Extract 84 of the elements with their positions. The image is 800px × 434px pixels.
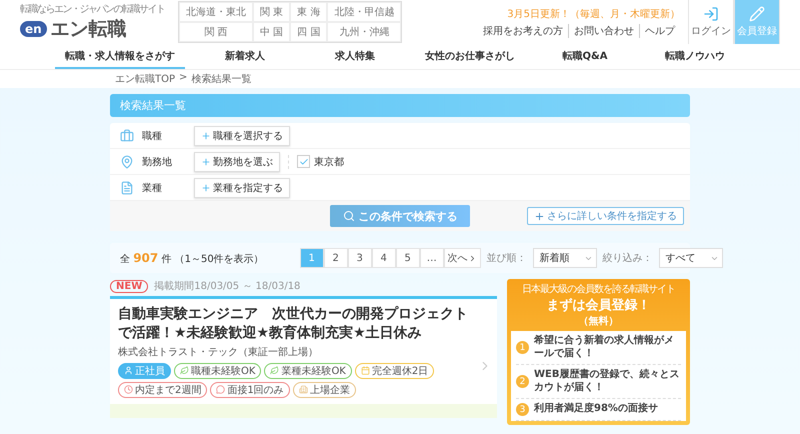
signup-note: （無料） bbox=[578, 314, 618, 328]
region-link[interactable]: 北陸・甲信越 bbox=[327, 2, 402, 22]
header-link[interactable]: 採用をお考えの方 bbox=[478, 24, 568, 38]
region-link[interactable]: 東 海 bbox=[290, 2, 328, 22]
filter-label: 絞り込み： bbox=[602, 252, 653, 265]
clock-icon bbox=[124, 385, 133, 394]
page-link[interactable]: 3 bbox=[348, 248, 372, 268]
map-pin-icon bbox=[120, 154, 134, 168]
next-page-link[interactable]: 次へ bbox=[444, 248, 481, 268]
feature-tag: 面接1回のみ bbox=[210, 382, 290, 398]
region-link[interactable]: 四 国 bbox=[290, 22, 328, 42]
job-card[interactable]: 自動車実験エンジニア 次世代カーの開発プロジェクトで活躍！★未経験歓迎★教育体制充実★土日休み 株式会社トラスト・テック（東証一部上場） 正社員 職種未経験OK 業種未経験OK 完全週休2日 内定まで2週間 面接1回のみ 上場企業 bbox=[110, 296, 497, 404]
condition-label: 職種 bbox=[142, 130, 163, 142]
page-link[interactable]: … bbox=[420, 248, 444, 268]
condition-label: 勤務地 bbox=[142, 156, 173, 168]
feature-tag: 内定まで2週間 bbox=[118, 382, 208, 398]
page-link[interactable]: 5 bbox=[396, 248, 420, 268]
nav-tab[interactable]: 転職ノウハウ bbox=[645, 44, 745, 69]
nav-tab[interactable]: 女性のお仕事さがし bbox=[415, 44, 525, 69]
add-condition-button[interactable]: 業種を指定する bbox=[194, 178, 290, 198]
job-title[interactable]: 自動車実験エンジニア 次世代カーの開発プロジェクトで活躍！★未経験歓迎★教育体制充実★土日休み bbox=[118, 305, 475, 343]
sort-label: 並び順： bbox=[486, 252, 527, 265]
plus-icon bbox=[201, 182, 211, 192]
sort-select[interactable]: 新着順 bbox=[532, 248, 597, 268]
company-name: 株式会社トラスト・テック（東証一部上場） bbox=[118, 346, 319, 359]
region-link[interactable]: 関 東 bbox=[253, 2, 290, 22]
briefcase-icon bbox=[120, 128, 134, 142]
benefit-text: 利用者満足度98%の面接サ bbox=[534, 403, 658, 416]
breadcrumb-separator: > bbox=[179, 72, 188, 85]
result-count: 全 907 件 （1～50件を表示） bbox=[120, 250, 264, 266]
header-link[interactable]: お問い合わせ bbox=[568, 24, 639, 38]
pencil-icon bbox=[749, 6, 765, 22]
tagline: 転職ならエン・ジャパンの転職サイト bbox=[20, 2, 164, 16]
check-icon bbox=[298, 156, 308, 166]
benefit-text: 希望に合う新着の求人情報がメールで届く！ bbox=[534, 335, 675, 360]
update-notice: 3月5日更新！（毎週、月・木曜更新） bbox=[507, 8, 680, 20]
results-title: 検索結果一覧 bbox=[110, 94, 690, 117]
condition-checkbox[interactable]: 東京都 bbox=[288, 154, 344, 168]
more-conditions-button[interactable]: さらに詳しい条件を指定する bbox=[527, 207, 684, 225]
feature-tag: 業種未経験OK bbox=[264, 362, 352, 379]
leaf-icon bbox=[180, 366, 189, 376]
add-condition-button[interactable]: 勤務地を選ぶ bbox=[194, 152, 280, 172]
speech-bubble-icon bbox=[216, 385, 226, 394]
checkbox[interactable] bbox=[297, 155, 310, 168]
person-icon bbox=[124, 366, 133, 376]
breadcrumb-item[interactable]: エン転職TOP bbox=[115, 72, 176, 86]
region-link[interactable]: 関 西 bbox=[179, 22, 253, 42]
condition-label: 業種 bbox=[142, 182, 163, 194]
new-badge: NEW bbox=[110, 280, 148, 292]
login-icon bbox=[703, 6, 719, 22]
document-icon bbox=[120, 180, 134, 194]
breadcrumb-item: 検索結果一覧 bbox=[191, 72, 252, 86]
filter-select[interactable]: すべて bbox=[658, 248, 723, 268]
benefit-text: WEB履歴書の登録で、続々とスカウトが届く！ bbox=[534, 369, 680, 394]
region-link[interactable]: 九州・沖縄 bbox=[327, 22, 402, 42]
header-link[interactable]: ヘルプ bbox=[639, 24, 680, 38]
logo-text[interactable]: エン転職 bbox=[50, 16, 127, 42]
building-icon bbox=[298, 385, 308, 394]
add-condition-button[interactable]: 職種を選択する bbox=[194, 126, 290, 146]
plus-icon bbox=[201, 130, 211, 140]
signup-subtitle: 日本最大級の会員数を誇る転職サイト bbox=[522, 282, 675, 296]
page-link[interactable]: 4 bbox=[372, 248, 396, 268]
nav-tab[interactable]: 求人特集 bbox=[305, 44, 405, 69]
region-link[interactable]: 中 国 bbox=[253, 22, 290, 42]
signup-title: まずは会員登録！ bbox=[546, 297, 650, 314]
feature-tag: 職種未経験OK bbox=[174, 362, 262, 379]
number-badge: 3 bbox=[516, 403, 529, 416]
leaf-icon bbox=[270, 366, 280, 376]
feature-tag: 正社員 bbox=[118, 362, 171, 379]
search-icon bbox=[342, 210, 354, 222]
feature-tag: 完全週休2日 bbox=[354, 362, 434, 379]
login-button[interactable]: ログイン bbox=[688, 0, 734, 44]
feature-tag: 上場企業 bbox=[292, 382, 356, 398]
logo-badge[interactable]: en bbox=[20, 21, 47, 37]
plus-icon bbox=[534, 210, 545, 222]
nav-tab[interactable]: 新着求人 bbox=[195, 44, 295, 69]
page-link[interactable]: 2 bbox=[324, 248, 348, 268]
number-badge: 2 bbox=[516, 375, 529, 388]
posting-period: 掲載期間18/03/05 ～ 18/03/18 bbox=[154, 280, 300, 293]
number-badge: 1 bbox=[516, 341, 529, 354]
region-link[interactable]: 北海道・東北 bbox=[179, 2, 253, 22]
nav-tab[interactable]: 転職Q&A bbox=[535, 44, 635, 69]
plus-icon bbox=[201, 156, 211, 166]
calendar-icon bbox=[360, 366, 370, 376]
